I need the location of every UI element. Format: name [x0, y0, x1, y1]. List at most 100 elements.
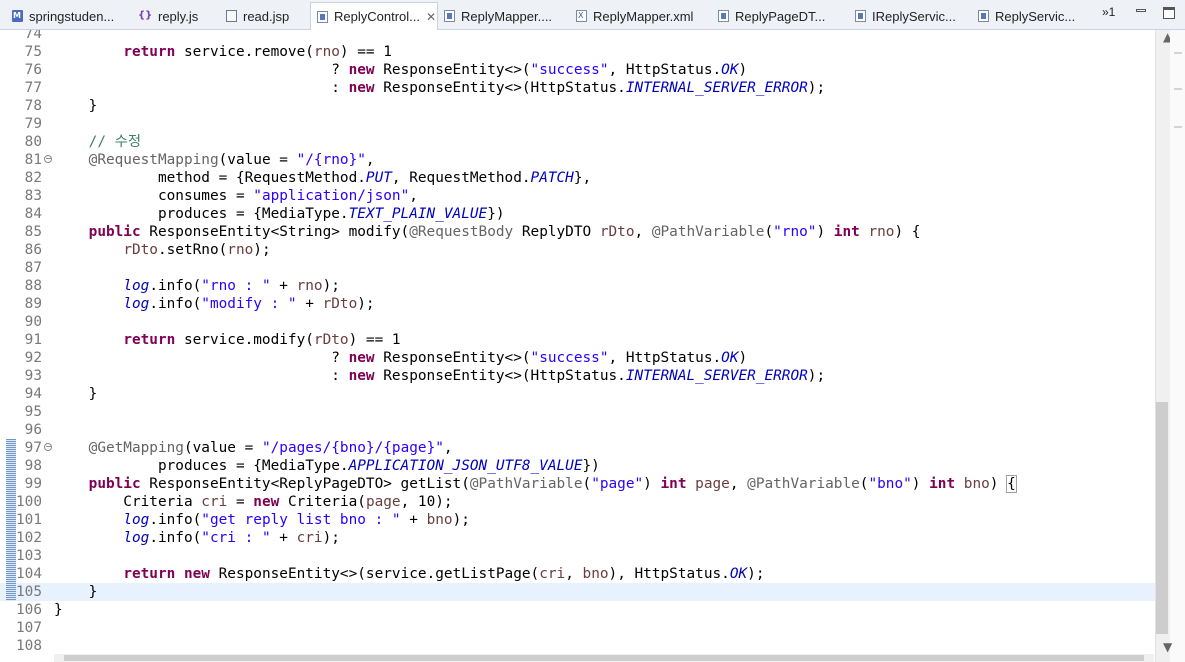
maximize-icon[interactable] — [1163, 7, 1175, 19]
code-text[interactable]: } — [54, 601, 63, 619]
code-text[interactable]: log.info("get reply list bno : " + bno); — [54, 511, 470, 529]
code-text[interactable]: return service.remove(rno) == 1 — [54, 43, 392, 61]
tab-read-jsp[interactable]: read.jsp — [226, 3, 304, 29]
code-line[interactable]: 91 return service.modify(rDto) == 1 — [0, 331, 1155, 349]
code-line[interactable]: 79 — [0, 115, 1155, 133]
jsp-file-icon — [226, 10, 237, 22]
code-text[interactable]: @GetMapping(value = "/pages/{bno}/{page}… — [54, 439, 453, 457]
code-line[interactable]: 74 — [0, 30, 1155, 43]
code-line[interactable]: 78 } — [0, 97, 1155, 115]
tab-label: ReplyPageDT... — [735, 8, 826, 24]
code-text[interactable]: return service.modify(rDto) == 1 — [54, 331, 400, 349]
code-line[interactable]: 75 return service.remove(rno) == 1 — [0, 43, 1155, 61]
overview-ruler[interactable] — [1170, 30, 1185, 662]
line-number: 84 — [24, 206, 42, 222]
code-line[interactable]: 95 — [0, 403, 1155, 421]
code-text[interactable]: } — [54, 385, 98, 403]
fold-icon[interactable]: − — [44, 443, 52, 451]
code-text[interactable]: log.info("rno : " + rno); — [54, 277, 340, 295]
code-text[interactable]: @RequestMapping(value = "/{rno}", — [54, 151, 375, 169]
tab-label: ReplyControl... — [334, 9, 420, 24]
editor-tab-bar: springstuden... {} reply.js read.jsp Rep… — [0, 0, 1185, 30]
code-line[interactable]: 98 produces = {MediaType.APPLICATION_JSO… — [0, 457, 1155, 475]
line-number: 95 — [24, 404, 42, 420]
code-text[interactable]: log.info("cri : " + cri); — [54, 529, 340, 547]
tab-reply-mapper-xml[interactable]: ReplyMapper.xml — [576, 3, 708, 29]
code-text[interactable]: ? new ResponseEntity<>("success", HttpSt… — [54, 349, 747, 367]
overview-marker[interactable] — [1174, 88, 1182, 90]
vertical-scrollbar[interactable]: ▲ ▼ — [1155, 30, 1185, 662]
code-line[interactable]: 108 — [0, 637, 1155, 655]
code-line[interactable]: 85 public ResponseEntity<String> modify(… — [0, 223, 1155, 241]
xml-file-icon — [576, 10, 587, 22]
code-text[interactable]: consumes = "application/json", — [54, 187, 418, 205]
code-text[interactable]: // 수정 — [54, 133, 141, 151]
code-line[interactable]: 100 Criteria cri = new Criteria(page, 10… — [0, 493, 1155, 511]
code-text[interactable]: produces = {MediaType.APPLICATION_JSON_U… — [54, 457, 600, 475]
tab-ireply-service[interactable]: IReplyServic... — [855, 3, 971, 29]
code-line[interactable]: 84 produces = {MediaType.TEXT_PLAIN_VALU… — [0, 205, 1155, 223]
code-text[interactable]: } — [54, 97, 98, 115]
code-text[interactable]: ? new ResponseEntity<>("success", HttpSt… — [54, 61, 747, 79]
code-text[interactable]: return new ResponseEntity<>(service.getL… — [54, 565, 764, 583]
code-text[interactable]: public ResponseEntity<ReplyPageDTO> getL… — [54, 475, 1017, 493]
code-line[interactable]: 76 ? new ResponseEntity<>("success", Htt… — [0, 61, 1155, 79]
minimize-icon[interactable] — [1136, 9, 1146, 12]
code-line[interactable]: 97− @GetMapping(value = "/pages/{bno}/{p… — [0, 439, 1155, 457]
code-line[interactable]: 80 // 수정 — [0, 133, 1155, 151]
tab-reply-controller[interactable]: ReplyControl... ✕ — [310, 2, 438, 30]
code-line[interactable]: 81− @RequestMapping(value = "/{rno}", — [0, 151, 1155, 169]
line-number: 74 — [24, 30, 42, 42]
code-line[interactable]: 93 : new ResponseEntity<>(HttpStatus.INT… — [0, 367, 1155, 385]
code-line[interactable]: 105 } — [0, 583, 1155, 601]
code-text[interactable]: method = {RequestMethod.PUT, RequestMeth… — [54, 169, 591, 187]
line-number: 88 — [24, 278, 42, 294]
code-line[interactable]: 89 log.info("modify : " + rDto); — [0, 295, 1155, 313]
tab-label: IReplyServic... — [872, 8, 956, 24]
code-text[interactable]: : new ResponseEntity<>(HttpStatus.INTERN… — [54, 367, 825, 385]
line-number: 108 — [16, 638, 42, 654]
scrollbar-thumb[interactable] — [1156, 402, 1168, 634]
tab-reply-page-dto[interactable]: ReplyPageDT... — [718, 3, 844, 29]
scrollbar-thumb[interactable] — [64, 655, 1144, 661]
horizontal-scrollbar[interactable] — [54, 654, 1154, 662]
code-text[interactable]: } — [54, 583, 98, 601]
line-number: 80 — [24, 134, 42, 150]
code-text[interactable]: Criteria cri = new Criteria(page, 10); — [54, 493, 452, 511]
tab-springstudent-pom[interactable]: springstuden... — [12, 3, 130, 29]
code-text[interactable]: rDto.setRno(rno); — [54, 241, 270, 259]
code-line[interactable]: 87 — [0, 259, 1155, 277]
code-line[interactable]: 107 — [0, 619, 1155, 637]
code-line[interactable]: 102 log.info("cri : " + cri); — [0, 529, 1155, 547]
code-line[interactable]: 106} — [0, 601, 1155, 619]
code-editor[interactable]: 74 75 return service.remove(rno) == 1 76 ?… — [0, 30, 1155, 662]
close-icon[interactable]: ✕ — [426, 10, 436, 24]
code-line[interactable]: 86 rDto.setRno(rno); — [0, 241, 1155, 259]
overview-marker[interactable] — [1174, 52, 1182, 54]
code-text[interactable]: public ResponseEntity<String> modify(@Re… — [54, 223, 921, 241]
code-line[interactable]: 96 — [0, 421, 1155, 439]
code-line[interactable]: 103 — [0, 547, 1155, 565]
code-line[interactable]: 94 } — [0, 385, 1155, 403]
code-line[interactable]: 104 return new ResponseEntity<>(service.… — [0, 565, 1155, 583]
code-text[interactable]: : new ResponseEntity<>(HttpStatus.INTERN… — [54, 79, 825, 97]
tab-reply-js[interactable]: {} reply.js — [138, 3, 218, 29]
code-line[interactable]: 92 ? new ResponseEntity<>("success", Htt… — [0, 349, 1155, 367]
fold-icon[interactable]: − — [44, 155, 52, 163]
code-line[interactable]: 83 consumes = "application/json", — [0, 187, 1155, 205]
code-line[interactable]: 88 log.info("rno : " + rno); — [0, 277, 1155, 295]
code-line[interactable]: 99 public ResponseEntity<ReplyPageDTO> g… — [0, 475, 1155, 493]
code-line[interactable]: 101 log.info("get reply list bno : " + b… — [0, 511, 1155, 529]
line-number: 79 — [24, 116, 42, 132]
code-text[interactable]: produces = {MediaType.TEXT_PLAIN_VALUE}) — [54, 205, 505, 223]
code-line[interactable]: 77 : new ResponseEntity<>(HttpStatus.INT… — [0, 79, 1155, 97]
code-text[interactable]: log.info("modify : " + rDto); — [54, 295, 374, 313]
code-line[interactable]: 82 method = {RequestMethod.PUT, RequestM… — [0, 169, 1155, 187]
line-number: 86 — [24, 242, 42, 258]
tab-overflow-button[interactable]: »1 — [1102, 5, 1115, 19]
tab-reply-mapper-java[interactable]: ReplyMapper.... — [444, 3, 566, 29]
tab-reply-service[interactable]: ReplyServic... — [978, 3, 1094, 29]
code-line[interactable]: 90 — [0, 313, 1155, 331]
overview-marker[interactable] — [1174, 126, 1182, 128]
scroll-down-icon[interactable]: ▼ — [1163, 640, 1172, 654]
